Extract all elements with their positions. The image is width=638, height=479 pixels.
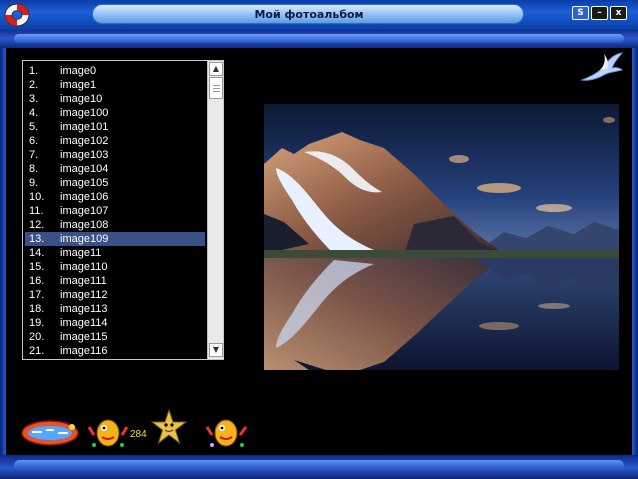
fish-banner-icon[interactable] xyxy=(20,418,82,448)
minimize-button[interactable]: – xyxy=(591,6,608,20)
list-item-number: 12. xyxy=(29,219,45,231)
lifebuoy-icon[interactable] xyxy=(4,3,30,27)
list-item[interactable]: 6. image102 xyxy=(25,134,205,148)
list-item-number: 2. xyxy=(29,79,39,91)
list-item-label: image116 xyxy=(60,345,108,357)
list-item-label: image102 xyxy=(60,135,109,147)
list-item-number: 15. xyxy=(29,261,45,273)
list-item[interactable]: 18. image113 xyxy=(25,302,205,316)
list-item-label: image0 xyxy=(60,65,97,77)
list-item-number: 13. xyxy=(29,233,45,245)
list-item-label: image106 xyxy=(60,191,109,203)
list-scrollbar[interactable]: ▲ ▼ xyxy=(207,61,223,359)
list-item[interactable]: 13. image109 xyxy=(25,232,205,246)
list-item[interactable]: 4. image100 xyxy=(25,106,205,120)
list-item-number: 20. xyxy=(29,331,45,343)
top-frame-bar xyxy=(0,30,638,48)
list-item[interactable]: 14. image11 xyxy=(25,246,205,260)
list-item-label: image108 xyxy=(60,219,109,231)
list-item-number: 14. xyxy=(29,247,45,259)
close-button[interactable]: x xyxy=(610,6,627,20)
list-item[interactable]: 5. image101 xyxy=(25,120,205,134)
list-item[interactable]: 16. image111 xyxy=(25,274,205,288)
list-item[interactable]: 11. image107 xyxy=(25,204,205,218)
list-item-label: image11 xyxy=(60,247,102,259)
list-item[interactable]: 20. image115 xyxy=(25,330,205,344)
list-item[interactable]: 15. image110 xyxy=(25,260,205,274)
title-bar[interactable]: Мой фотоальбом S – x xyxy=(0,0,638,30)
list-item[interactable]: 9. image105 xyxy=(25,176,205,190)
list-item-label: image107 xyxy=(60,205,109,217)
list-item-number: 19. xyxy=(29,317,45,329)
list-item-number: 6. xyxy=(29,135,39,147)
list-item-number: 16. xyxy=(29,275,45,287)
fish-dancer-icon[interactable] xyxy=(204,413,250,449)
list-item-number: 10. xyxy=(29,191,45,203)
list-item-label: image113 xyxy=(60,303,108,315)
list-item-number: 3. xyxy=(29,93,39,105)
photo-view xyxy=(264,104,619,370)
list-item-label: image104 xyxy=(60,163,109,175)
list-item-label: image1 xyxy=(60,79,97,91)
list-item-label: image115 xyxy=(60,331,108,343)
left-frame-edge xyxy=(0,48,6,455)
list-item-number: 11. xyxy=(29,205,44,217)
scroll-down-button[interactable]: ▼ xyxy=(209,343,223,357)
list-item[interactable]: 8. image104 xyxy=(25,162,205,176)
mountain-lake-photo xyxy=(264,104,619,370)
scroll-up-button[interactable]: ▲ xyxy=(209,62,223,76)
list-item[interactable]: 1. image0 xyxy=(25,64,205,78)
list-item-label: image103 xyxy=(60,149,109,161)
list-item[interactable]: 17. image112 xyxy=(25,288,205,302)
list-item[interactable]: 12. image108 xyxy=(25,218,205,232)
list-item[interactable]: 21. image116 xyxy=(25,344,205,358)
list-item-number: 9. xyxy=(29,177,39,189)
seagull-icon xyxy=(580,52,624,81)
list-item-label: image110 xyxy=(60,261,108,273)
list-item-label: image114 xyxy=(60,317,108,329)
list-item[interactable]: 2. image1 xyxy=(25,78,205,92)
list-item[interactable]: 7. image103 xyxy=(25,148,205,162)
list-item-number: 8. xyxy=(29,163,39,175)
list-item-label: image105 xyxy=(60,177,109,189)
special-button[interactable]: S xyxy=(572,6,589,20)
list-item-label: image101 xyxy=(60,121,109,133)
list-item-label: image10 xyxy=(60,93,103,105)
list-item[interactable]: 10. image106 xyxy=(25,190,205,204)
window-title: Мой фотоальбом xyxy=(254,8,364,21)
list-item-label: image111 xyxy=(60,275,107,287)
list-item-number: 17. xyxy=(29,289,45,301)
bottom-frame-bar xyxy=(0,455,638,479)
counter-text: 284 xyxy=(130,429,147,440)
list-item-label: image109 xyxy=(60,233,109,245)
list-item[interactable]: 19. image114 xyxy=(25,316,205,330)
list-item-number: 5. xyxy=(29,121,39,133)
list-item-number: 4. xyxy=(29,107,39,119)
image-list[interactable]: 1. image0 2. image1 3. image10 4. image100 5. ima… xyxy=(22,60,224,360)
list-item[interactable]: 3. image10 xyxy=(25,92,205,106)
list-item-number: 18. xyxy=(29,303,45,315)
scroll-thumb[interactable] xyxy=(209,77,223,99)
list-item-number: 7. xyxy=(29,149,39,161)
list-item-number: 1. xyxy=(29,65,39,77)
right-frame-edge xyxy=(632,48,638,455)
starfish-icon[interactable] xyxy=(150,408,188,446)
list-item-label: image100 xyxy=(60,107,109,119)
image-list-items: 1. image0 2. image1 3. image10 4. image100 5. ima… xyxy=(25,64,205,358)
fish-dancer-icon[interactable] xyxy=(88,413,128,449)
list-item-number: 21. xyxy=(29,345,45,357)
title-pill: Мой фотоальбом xyxy=(92,4,524,24)
list-item-label: image112 xyxy=(60,289,108,301)
